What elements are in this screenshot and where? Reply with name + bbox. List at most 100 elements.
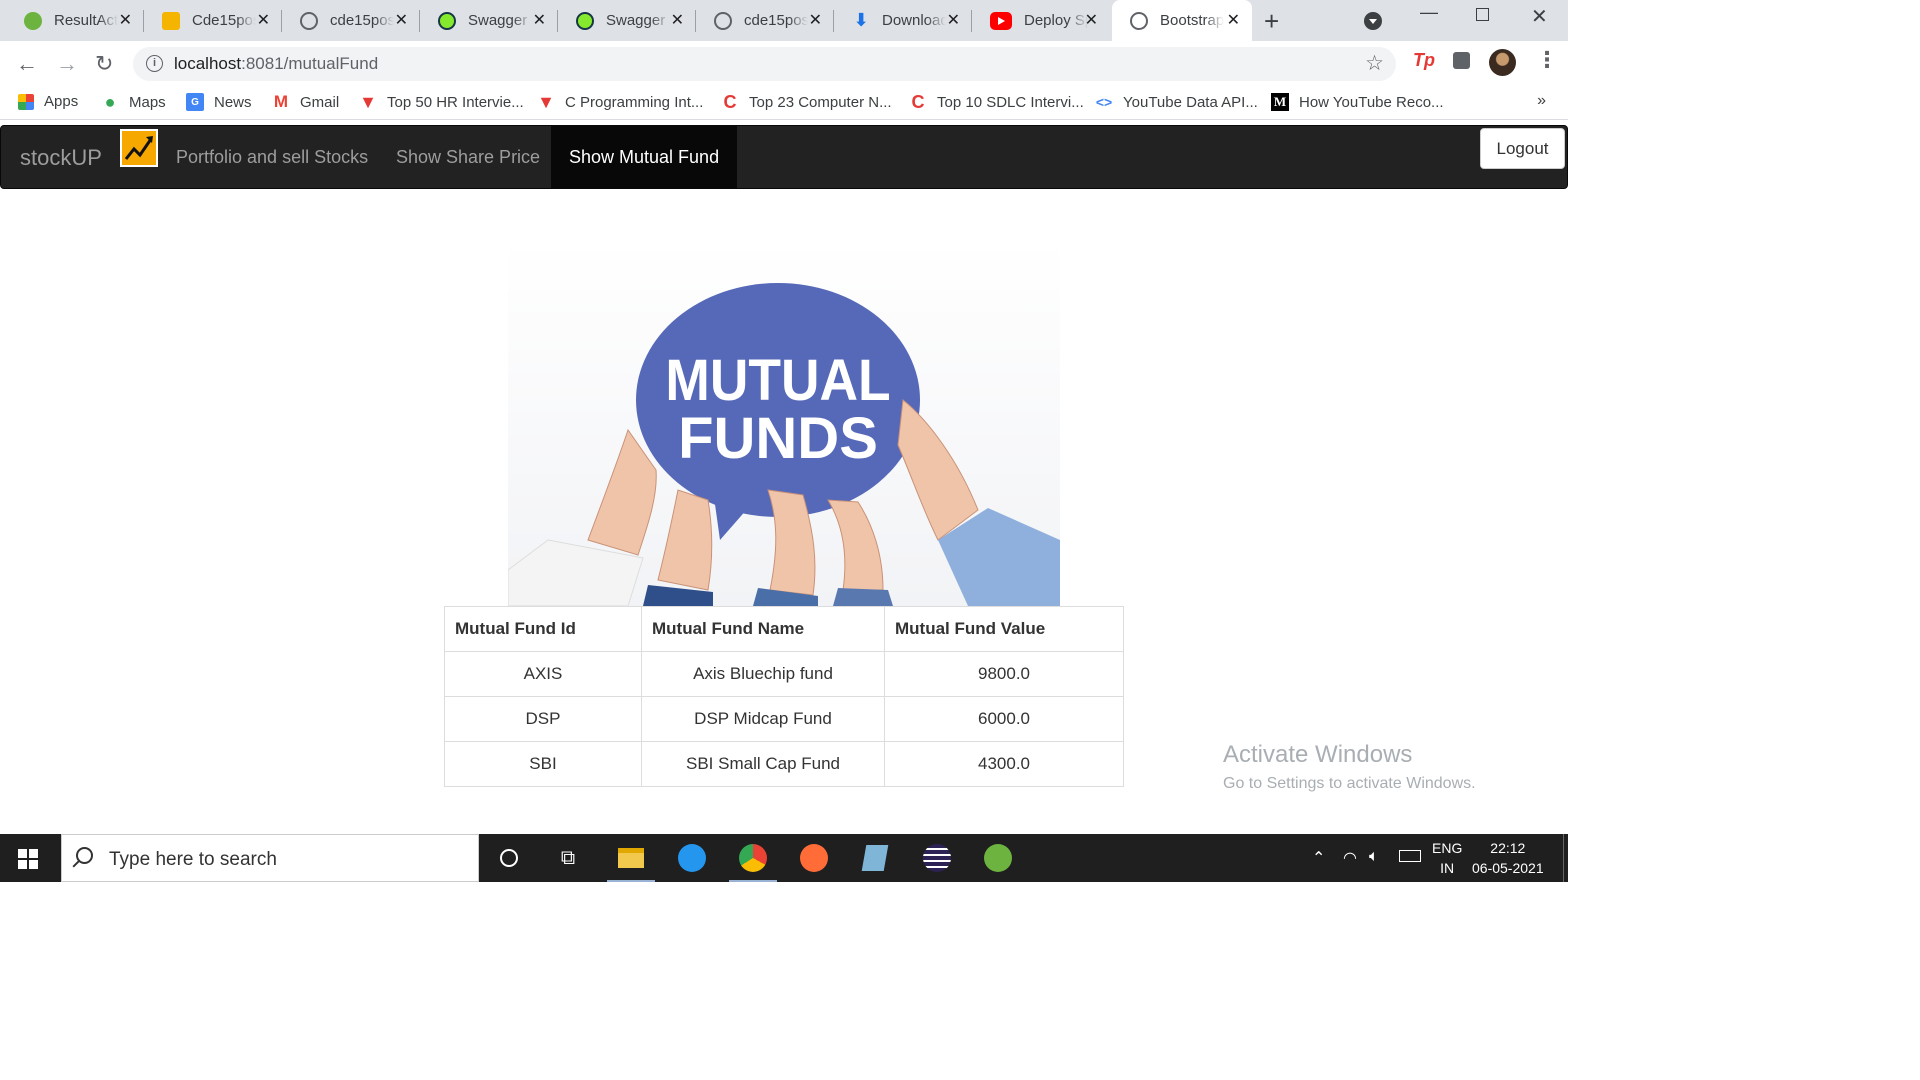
close-icon[interactable]: ✕ [671,10,684,30]
hero-text-line2: FUNDS [678,406,878,471]
nav-mutual-fund[interactable]: Show Mutual Fund [551,126,738,188]
wifi-icon[interactable]: ◠ [1343,848,1357,868]
reload-icon[interactable]: ↻ [95,51,113,77]
notepad-icon[interactable] [859,842,891,874]
info-icon[interactable]: i [146,55,163,72]
bookmark-label: Top 50 HR Intervie... [387,93,524,111]
clock-date: 06-05-2021 [1472,860,1544,876]
bookmark-computer-networks[interactable]: C Top 23 Computer N... [721,92,892,112]
address-bar[interactable]: i localhost:8081/mutualFund ☆ [133,47,1396,81]
column-header-value: Mutual Fund Value [884,606,1124,652]
bookmark-label: Maps [129,93,166,111]
hero-text-line1: MUTUAL [665,348,890,413]
back-arrow-icon[interactable]: ← [16,51,38,77]
bookmark-sdlc[interactable]: C Top 10 SDLC Intervi... [909,91,1084,112]
close-icon[interactable]: ✕ [1227,10,1240,30]
bookmark-label: C Programming Int... [565,93,704,111]
browser-tab[interactable]: Swagger UI ✕ [420,0,558,41]
download-icon: ⬇ [853,10,869,30]
stock-chart-logo-icon [120,129,158,167]
table-row: DSP DSP Midcap Fund 6000.0 [444,696,1124,742]
logout-button[interactable]: Logout [1480,128,1565,169]
bookmark-apps[interactable]: Apps [18,93,78,110]
extension-tp-icon[interactable]: Tp [1413,50,1435,71]
bookmark-c-icon: C [911,91,925,112]
bookmark-news[interactable]: G News [186,93,252,111]
task-view-icon[interactable]: ⧉ [552,842,584,874]
bookmark-c-programming[interactable]: ▼ C Programming Int... [537,92,704,112]
taskbar-search-input[interactable]: Type here to search [61,834,479,882]
nav-share-price[interactable]: Show Share Price [378,126,558,188]
close-window-icon[interactable]: ✕ [1531,4,1548,29]
chevron-up-icon[interactable]: ⌃ [1312,848,1325,868]
eclipse-icon[interactable] [921,842,953,874]
nav-portfolio[interactable]: Portfolio and sell Stocks [158,126,386,188]
show-desktop-button[interactable] [1563,834,1568,882]
volume-icon[interactable]: 🔈︎ [1369,848,1379,866]
url-text[interactable]: localhost:8081/mutualFund [174,54,378,74]
chrome-icon[interactable] [729,842,777,882]
bookmark-label: Apps [44,93,79,110]
minimize-icon[interactable]: — [1420,2,1438,23]
battery-icon[interactable] [1399,850,1421,862]
fund-value-cell: 6000.0 [884,696,1124,742]
table-row: SBI SBI Small Cap Fund 4300.0 [444,741,1124,787]
bookmark-maps[interactable]: ● Maps [101,91,166,112]
puzzle-icon[interactable] [1453,52,1470,69]
close-icon[interactable]: ✕ [257,10,270,30]
file-explorer-icon[interactable] [607,842,655,882]
column-header-name: Mutual Fund Name [641,606,885,652]
fund-name-cell: Axis Bluechip fund [641,651,885,697]
url-path: :8081/mutualFund [241,54,379,73]
browser-tab[interactable]: Swagger UI ✕ [558,0,696,41]
news-icon: G [186,93,204,111]
maps-pin-icon: ● [104,91,116,112]
close-icon[interactable]: ✕ [809,10,822,30]
star-icon[interactable]: ☆ [1365,51,1384,76]
close-icon[interactable]: ✕ [533,10,546,30]
browser-tab[interactable]: cde15post ✕ [282,0,420,41]
tab-title: ResultAction [54,12,118,29]
url-host: localhost [174,54,242,73]
bookmark-youtube-api[interactable]: <> YouTube Data API... [1095,93,1258,111]
swagger-icon [438,11,456,30]
tab-title: Cde15post [192,12,256,29]
browser-tab[interactable]: ⬇ Download ✕ [834,0,972,41]
windows-start-icon[interactable] [18,849,38,869]
browser-tab[interactable]: cde15post ✕ [696,0,834,41]
new-tab-button[interactable]: + [1264,6,1279,37]
language-indicator[interactable]: ENG IN [1432,838,1462,878]
brand-name[interactable]: stockUP [20,145,102,171]
system-clock[interactable]: 22:12 06-05-2021 [1472,838,1544,878]
restore-icon[interactable] [1476,8,1489,21]
tab-title: Deploy Spring [1024,12,1088,29]
browser-tab[interactable]: Cde15post ✕ [144,0,282,41]
bookmark-how-youtube[interactable]: M How YouTube Reco... [1271,93,1444,111]
bookmark-hr-interview[interactable]: ▼ Top 50 HR Intervie... [359,92,524,112]
clock-time: 22:12 [1490,840,1526,856]
docker-icon[interactable] [676,842,708,874]
close-icon[interactable]: ✕ [1085,10,1098,30]
table-row: AXIS Axis Bluechip fund 9800.0 [444,651,1124,697]
bookmark-gmail[interactable]: M Gmail [272,92,339,111]
tab-title: cde15post [744,12,808,29]
activate-windows-watermark: Activate Windows Go to Settings to activ… [1223,741,1476,793]
browser-tab[interactable]: ResultAction ✕ [6,0,144,41]
close-icon[interactable]: ✕ [947,10,960,30]
code-icon: <> [1095,94,1113,110]
avatar[interactable] [1489,49,1516,76]
close-icon[interactable]: ✕ [395,10,408,30]
browser-tab-active[interactable]: Bootstrap ✕ [1112,0,1252,41]
bookmark-label: YouTube Data API... [1123,93,1258,111]
forward-arrow-icon[interactable]: → [56,51,78,77]
menu-kebab-icon[interactable]: ⋮ [1536,47,1558,73]
postman-icon[interactable] [798,842,830,874]
bookmarks-overflow-icon[interactable]: » [1537,92,1546,110]
spring-tool-suite-icon[interactable] [982,842,1014,874]
close-icon[interactable]: ✕ [119,10,132,30]
browser-tab[interactable]: Deploy Spring ✕ [972,0,1110,41]
windows-taskbar: Type here to search ⧉ ⌃ ◠ 🔈︎ ENG IN 22:1… [0,834,1568,882]
tab-search-icon[interactable] [1364,12,1382,30]
bookmark-label: Top 10 SDLC Intervi... [937,93,1084,111]
cortana-icon[interactable] [493,842,525,874]
